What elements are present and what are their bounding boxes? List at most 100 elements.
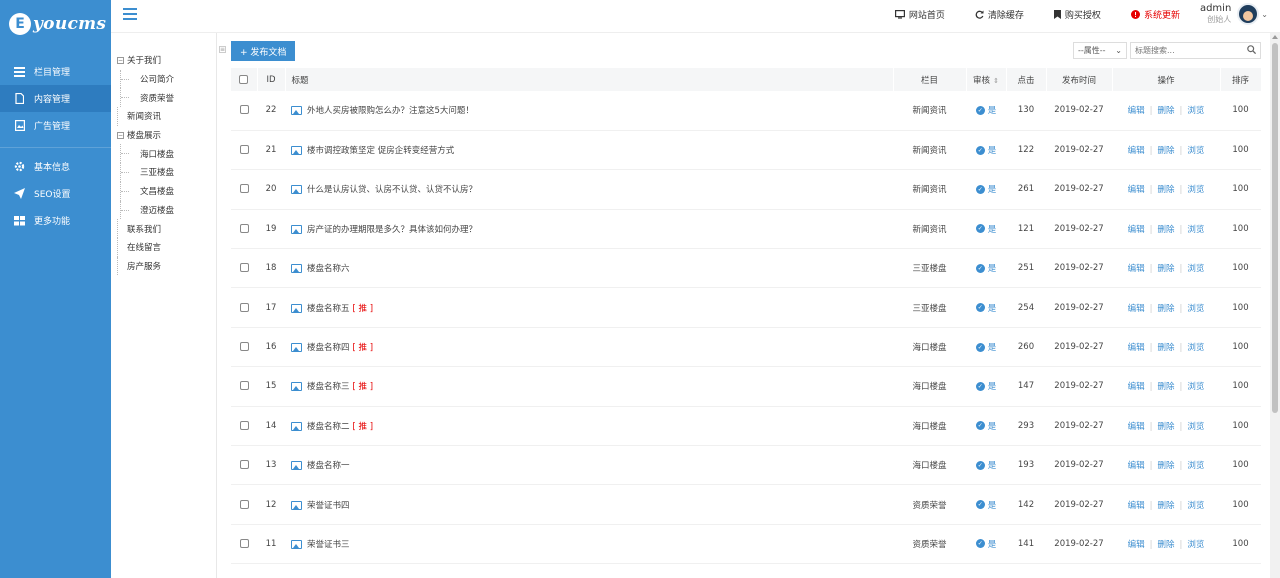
view-link[interactable]: 浏览: [1187, 106, 1204, 116]
chevron-down-icon[interactable]: ⌄: [1261, 10, 1268, 19]
row-title[interactable]: 荣誉证书三: [307, 540, 350, 550]
delete-link[interactable]: 删除: [1157, 461, 1174, 471]
row-audit[interactable]: ✓ 是: [966, 485, 1006, 524]
edit-link[interactable]: 编辑: [1128, 304, 1145, 314]
collapse-icon[interactable]: −: [117, 131, 124, 139]
row-checkbox[interactable]: [239, 145, 249, 155]
delete-link[interactable]: 删除: [1157, 304, 1174, 314]
edit-link[interactable]: 编辑: [1128, 106, 1145, 116]
edit-link[interactable]: 编辑: [1128, 540, 1145, 550]
search-icon[interactable]: [1247, 45, 1257, 56]
row-audit[interactable]: ✓ 是: [966, 249, 1006, 288]
row-audit[interactable]: ✓ 是: [966, 130, 1006, 169]
delete-link[interactable]: 删除: [1157, 422, 1174, 432]
row-audit[interactable]: ✓ 是: [966, 406, 1006, 445]
view-link[interactable]: 浏览: [1187, 382, 1204, 392]
avatar[interactable]: [1237, 3, 1260, 25]
user-info[interactable]: admin 创始人: [1200, 3, 1231, 25]
tree-node[interactable]: 公司简介: [111, 69, 216, 89]
row-checkbox[interactable]: [239, 223, 249, 233]
view-link[interactable]: 浏览: [1187, 185, 1204, 195]
scroll-thumb[interactable]: [1272, 43, 1278, 413]
row-audit[interactable]: ✓ 是: [966, 327, 1006, 366]
header-audit[interactable]: 审核 ⇕: [966, 68, 1007, 91]
delete-link[interactable]: 删除: [1157, 501, 1174, 511]
tree-node[interactable]: 在线留言: [111, 237, 216, 257]
row-title[interactable]: 楼盘名称二: [307, 422, 350, 432]
row-title[interactable]: 荣誉证书四: [307, 501, 350, 511]
view-link[interactable]: 浏览: [1187, 540, 1204, 550]
tree-node[interactable]: 联系我们: [111, 219, 216, 238]
scroll-up-icon[interactable]: [1272, 35, 1278, 39]
tree-node[interactable]: 澄迈楼盘: [111, 200, 216, 220]
row-audit[interactable]: ✓ 是: [966, 288, 1006, 327]
delete-link[interactable]: 删除: [1157, 146, 1174, 156]
row-title[interactable]: 楼盘名称四: [307, 343, 350, 353]
row-checkbox[interactable]: [239, 381, 249, 391]
row-title[interactable]: 什么是认房认贷、认房不认贷、认贷不认房？: [307, 185, 477, 195]
sidebar-item-more[interactable]: 更多功能: [0, 207, 111, 234]
edit-link[interactable]: 编辑: [1128, 382, 1145, 392]
tree-node[interactable]: − 楼盘展示: [111, 126, 216, 145]
view-link[interactable]: 浏览: [1187, 264, 1204, 274]
row-title[interactable]: 楼盘名称一: [307, 461, 350, 471]
edit-link[interactable]: 编辑: [1128, 501, 1145, 511]
row-checkbox[interactable]: [239, 420, 249, 430]
link-system-update[interactable]: 系统更新: [1130, 8, 1180, 21]
row-audit[interactable]: ✓ 是: [966, 170, 1006, 209]
tree-node[interactable]: 新闻资讯: [111, 107, 216, 126]
row-checkbox[interactable]: [239, 538, 249, 548]
tree-collapse-icon[interactable]: ≡: [219, 46, 226, 53]
search-input[interactable]: [1135, 46, 1235, 55]
delete-link[interactable]: 删除: [1157, 343, 1174, 353]
sidebar-item-content[interactable]: 内容管理: [0, 85, 111, 112]
delete-link[interactable]: 删除: [1157, 264, 1174, 274]
tree-node[interactable]: 房产服务: [111, 256, 216, 276]
row-title[interactable]: 楼盘名称三: [307, 382, 350, 392]
publish-document-button[interactable]: + 发布文档: [231, 41, 296, 61]
row-audit[interactable]: ✓ 是: [966, 446, 1006, 485]
row-checkbox[interactable]: [239, 105, 249, 115]
collapse-icon[interactable]: −: [117, 56, 124, 64]
row-checkbox[interactable]: [239, 302, 249, 312]
row-title[interactable]: 外地人买房被限购怎么办？注意这5大问题！: [307, 106, 474, 116]
logo[interactable]: E youcms: [0, 0, 111, 48]
sidebar-item-seo[interactable]: SEO设置: [0, 180, 111, 207]
menu-toggle-icon[interactable]: [123, 8, 137, 20]
row-checkbox[interactable]: [239, 342, 249, 352]
view-link[interactable]: 浏览: [1187, 304, 1204, 314]
select-all-checkbox[interactable]: [239, 74, 249, 84]
link-buy-license[interactable]: 购买授权: [1053, 8, 1101, 21]
tree-node[interactable]: 三亚楼盘: [111, 163, 216, 182]
sidebar-item-ads[interactable]: 广告管理: [0, 112, 111, 139]
view-link[interactable]: 浏览: [1187, 461, 1204, 471]
view-link[interactable]: 浏览: [1187, 422, 1204, 432]
tree-node[interactable]: 资质荣誉: [111, 88, 216, 108]
delete-link[interactable]: 删除: [1157, 225, 1174, 235]
view-link[interactable]: 浏览: [1187, 225, 1204, 235]
attribute-select[interactable]: --属性-- ⌄: [1073, 42, 1127, 59]
edit-link[interactable]: 编辑: [1128, 422, 1145, 432]
view-link[interactable]: 浏览: [1187, 146, 1204, 156]
link-site-home[interactable]: 网站首页: [894, 8, 945, 21]
row-checkbox[interactable]: [239, 499, 249, 509]
row-title[interactable]: 楼盘名称六: [307, 264, 350, 274]
edit-link[interactable]: 编辑: [1128, 146, 1145, 156]
tree-node[interactable]: − 关于我们: [111, 51, 216, 70]
view-link[interactable]: 浏览: [1187, 343, 1204, 353]
tree-node[interactable]: 海口楼盘: [111, 144, 216, 164]
row-checkbox[interactable]: [239, 184, 249, 194]
row-title[interactable]: 楼盘名称五: [307, 304, 350, 314]
row-audit[interactable]: ✓ 是: [966, 524, 1006, 563]
edit-link[interactable]: 编辑: [1128, 264, 1145, 274]
delete-link[interactable]: 删除: [1157, 106, 1174, 116]
link-clear-cache[interactable]: 清除缓存: [975, 8, 1024, 21]
delete-link[interactable]: 删除: [1157, 185, 1174, 195]
row-audit[interactable]: ✓ 是: [966, 209, 1006, 248]
view-link[interactable]: 浏览: [1187, 501, 1204, 511]
row-checkbox[interactable]: [239, 460, 249, 470]
page-scrollbar[interactable]: [1270, 33, 1280, 578]
sidebar-item-basic-info[interactable]: 基本信息: [0, 153, 111, 180]
tree-node[interactable]: 文昌楼盘: [111, 181, 216, 201]
sidebar-item-column[interactable]: 栏目管理: [0, 58, 111, 85]
